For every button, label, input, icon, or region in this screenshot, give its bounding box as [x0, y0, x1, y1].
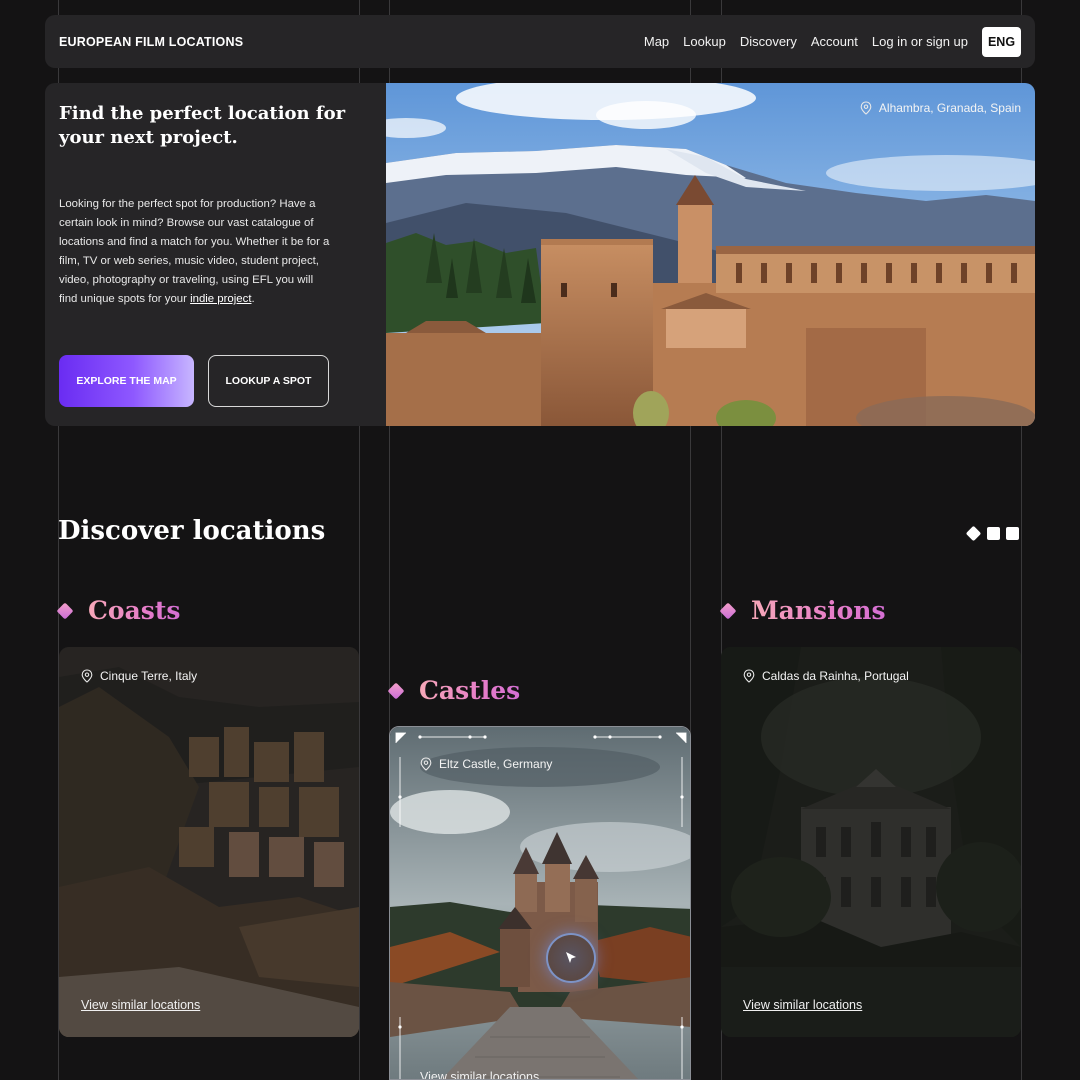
category-mansions[interactable]: Mansions: [719, 596, 886, 625]
hero-description: Looking for the perfect spot for product…: [59, 195, 331, 309]
nav-link-account[interactable]: Account: [811, 34, 858, 49]
carousel-pager: [965, 525, 1019, 542]
alhambra-illustration: [386, 83, 1035, 426]
diamond-icon: [387, 682, 405, 699]
card-shade: [59, 647, 359, 1037]
nav-links: Map Lookup Discovery Account Log in or s…: [630, 26, 1021, 57]
brand-logo[interactable]: EUROPEAN FILM LOCATIONS: [59, 35, 243, 49]
viewfinder-frame: [395, 732, 687, 1079]
location-pin-icon: [743, 669, 755, 683]
hero-location-tag: Alhambra, Granada, Spain: [860, 101, 1021, 115]
view-similar-link[interactable]: View similar locations: [81, 998, 200, 1012]
location-card-castles[interactable]: Eltz Castle, Germany View similar locati…: [389, 726, 691, 1080]
lookup-spot-button[interactable]: LOOKUP A SPOT: [208, 355, 329, 407]
hero-section: Find the perfect location for your next …: [45, 83, 1035, 426]
indie-project-link[interactable]: indie project: [190, 293, 251, 305]
nav-link-lookup[interactable]: Lookup: [683, 34, 726, 49]
card-location-text: Cinque Terre, Italy: [100, 669, 198, 683]
card-location-text: Eltz Castle, Germany: [439, 757, 553, 771]
category-label: Mansions: [751, 596, 886, 625]
cursor-arrow-icon: [566, 952, 576, 963]
card-location-text: Caldas da Rainha, Portugal: [762, 669, 909, 683]
hero-location-text: Alhambra, Granada, Spain: [878, 101, 1021, 115]
hero-description-end: .: [251, 293, 255, 305]
explore-map-button[interactable]: EXPLORE THE MAP: [59, 355, 194, 407]
view-similar-link[interactable]: View similar locations: [743, 998, 862, 1012]
nav-link-map[interactable]: Map: [644, 34, 669, 49]
card-location-tag: Cinque Terre, Italy: [81, 669, 197, 683]
category-castles[interactable]: Castles: [387, 676, 521, 705]
category-coasts[interactable]: Coasts: [56, 596, 181, 625]
card-location-tag: Eltz Castle, Germany: [420, 757, 552, 771]
pager-dot-3[interactable]: [1006, 527, 1019, 540]
nav-link-discovery[interactable]: Discovery: [740, 34, 797, 49]
location-pin-icon: [81, 669, 93, 683]
card-shade: [721, 647, 1021, 1037]
language-button[interactable]: ENG: [982, 26, 1021, 57]
hero-description-text: Looking for the perfect spot for product…: [59, 198, 330, 305]
discover-title: Discover locations: [58, 516, 326, 546]
location-card-mansions[interactable]: Caldas da Rainha, Portugal View similar …: [721, 647, 1021, 1037]
explore-cursor-button[interactable]: [546, 933, 596, 983]
pager-dot-1[interactable]: [965, 525, 982, 542]
nav-link-login[interactable]: Log in or sign up: [872, 34, 968, 49]
hero-title: Find the perfect location for your next …: [59, 103, 346, 148]
location-card-coasts[interactable]: Cinque Terre, Italy View similar locatio…: [59, 647, 359, 1037]
pager-dot-2[interactable]: [987, 527, 1000, 540]
hero-image: Alhambra, Granada, Spain: [386, 83, 1035, 426]
diamond-icon: [56, 602, 74, 619]
category-label: Castles: [419, 676, 521, 705]
location-pin-icon: [420, 757, 432, 771]
top-navigation: EUROPEAN FILM LOCATIONS Map Lookup Disco…: [45, 15, 1035, 68]
view-similar-link[interactable]: View similar locations: [420, 1070, 539, 1079]
card-location-tag: Caldas da Rainha, Portugal: [743, 669, 909, 683]
location-pin-icon: [860, 101, 872, 115]
hero-text-panel: Find the perfect location for your next …: [45, 83, 386, 426]
diamond-icon: [719, 602, 737, 619]
category-label: Coasts: [88, 596, 181, 625]
